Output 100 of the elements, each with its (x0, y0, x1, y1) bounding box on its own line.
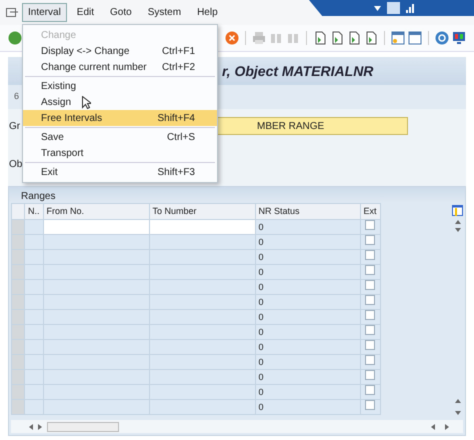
row-selector[interactable] (12, 264, 24, 280)
menu-item[interactable]: Goto (104, 3, 138, 22)
scroll-up-icon[interactable] (454, 220, 460, 224)
table-cell: 0 (255, 264, 360, 280)
row-selector[interactable] (12, 384, 24, 400)
table-cell[interactable] (43, 294, 150, 310)
dropdown-icon[interactable] (374, 6, 381, 10)
scroll-left-icon[interactable] (29, 424, 33, 430)
column-header: NR Status (255, 204, 360, 220)
table-cell[interactable] (149, 234, 256, 250)
printer-icon[interactable] (252, 31, 266, 45)
menu-item[interactable]: Interval (22, 3, 67, 22)
table-cell: 0 (255, 220, 360, 234)
column-header: N.. (24, 204, 44, 220)
checkbox[interactable] (365, 355, 376, 365)
scroll-right-icon[interactable] (445, 424, 449, 430)
window-menu-icon[interactable] (6, 8, 18, 18)
menu-entry[interactable]: Assign (23, 94, 217, 110)
row-selector[interactable] (12, 324, 24, 340)
row-selector[interactable] (12, 234, 24, 250)
table-cell: 0 (255, 324, 360, 340)
row-selector[interactable] (12, 250, 24, 264)
table-cell[interactable] (43, 250, 150, 264)
scrollbar-thumb[interactable] (47, 422, 119, 432)
table-cell[interactable] (43, 370, 150, 384)
table-cell: 0 (255, 354, 360, 370)
table-cell[interactable] (149, 280, 256, 294)
menu-item[interactable]: Help (191, 3, 224, 22)
window-icon[interactable] (408, 31, 422, 45)
table-cell[interactable] (43, 264, 150, 280)
table-cell[interactable] (43, 310, 150, 324)
row-selector[interactable] (12, 370, 24, 384)
checkbox[interactable] (365, 250, 376, 260)
checkbox[interactable] (365, 400, 376, 410)
row-selector[interactable] (12, 354, 24, 370)
table-cell: 0 (255, 280, 360, 294)
table-cell[interactable] (149, 250, 256, 264)
panel-title: Ranges (9, 187, 465, 203)
menu-entry[interactable]: Existing (23, 78, 217, 94)
checkbox[interactable] (365, 280, 376, 290)
menu-entry[interactable]: Transport (23, 145, 217, 161)
menu-item[interactable]: System (142, 3, 188, 22)
field-label: Gr (9, 120, 20, 134)
table-cell[interactable] (149, 384, 256, 400)
table-cell[interactable] (43, 324, 150, 340)
field-label: Ob (9, 158, 22, 172)
scroll-right-icon[interactable] (38, 424, 42, 430)
menu-entry[interactable]: Display <-> Change Ctrl+F1 (23, 43, 217, 59)
column-header: From No. (43, 204, 150, 220)
table-cell: 0 (255, 250, 360, 264)
checkbox[interactable] (365, 295, 376, 305)
table-cell[interactable] (43, 280, 150, 294)
table-cell[interactable] (149, 220, 256, 234)
table-cell[interactable] (149, 310, 256, 324)
row-selector[interactable] (12, 280, 24, 294)
row-selector[interactable] (12, 340, 24, 354)
menu-entry[interactable]: Free Intervals Shift+F4 (23, 110, 217, 126)
row-selector[interactable] (12, 310, 24, 324)
table-cell: 0 (255, 384, 360, 400)
checkbox[interactable] (365, 340, 376, 350)
window-button-icon[interactable] (387, 2, 400, 14)
table-cell[interactable] (149, 354, 256, 370)
checkbox[interactable] (365, 370, 376, 380)
scroll-up-icon[interactable] (455, 399, 461, 403)
scroll-down-icon[interactable] (454, 228, 460, 232)
checkbox[interactable] (365, 325, 376, 335)
table-cell: 0 (255, 370, 360, 384)
scroll-left-icon[interactable] (431, 424, 435, 430)
menu-item[interactable]: Edit (70, 3, 100, 22)
checkbox[interactable] (365, 235, 376, 245)
table-cell: 0 (255, 400, 360, 414)
table-cell[interactable] (43, 384, 150, 400)
row-selector[interactable] (12, 294, 24, 310)
cancel-icon[interactable] (225, 31, 239, 45)
table-cell[interactable] (43, 234, 150, 250)
table-cell[interactable] (43, 220, 150, 234)
row-selector[interactable] (12, 220, 24, 234)
column-layout-icon[interactable] (452, 205, 463, 216)
checkbox[interactable] (365, 265, 376, 275)
checkbox[interactable] (365, 220, 376, 230)
table-cell[interactable] (43, 400, 150, 414)
table-cell[interactable] (149, 370, 256, 384)
table-cell[interactable] (43, 340, 150, 354)
checkbox[interactable] (365, 385, 376, 395)
monitor-icon[interactable] (452, 31, 466, 45)
scroll-down-icon[interactable] (455, 411, 461, 415)
window-icon[interactable] (391, 31, 405, 45)
table-cell[interactable] (149, 340, 256, 354)
table-cell[interactable] (43, 354, 150, 370)
table-cell[interactable] (149, 264, 256, 280)
screen-title: r, Object MATERIALNR (222, 62, 374, 81)
table-cell[interactable] (149, 324, 256, 340)
menu-entry[interactable]: Change current number Ctrl+F2 (23, 59, 217, 75)
table-cell[interactable] (149, 400, 256, 414)
column-header: To Number (149, 204, 256, 220)
checkbox[interactable] (365, 310, 376, 320)
check-icon[interactable] (8, 31, 22, 45)
table-cell[interactable] (149, 294, 256, 310)
menu-entry[interactable]: Exit Shift+F3 (23, 164, 217, 180)
row-selector[interactable] (12, 400, 24, 414)
